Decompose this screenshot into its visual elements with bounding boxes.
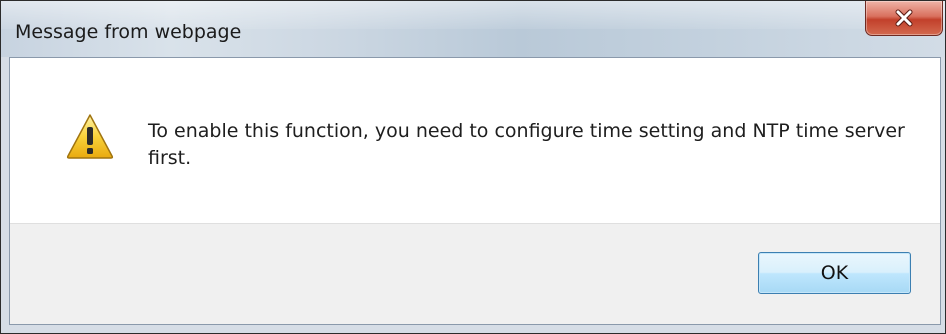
message-area: To enable this function, you need to con… xyxy=(10,58,940,223)
message-text: To enable this function, you need to con… xyxy=(148,120,905,169)
warning-icon xyxy=(66,114,114,159)
close-button[interactable] xyxy=(865,1,943,36)
title-bar[interactable]: Message from webpage xyxy=(1,1,945,57)
alert-dialog: Message from webpage To enable this func… xyxy=(0,0,946,334)
dialog-title: Message from webpage xyxy=(15,21,242,43)
dialog-body: To enable this function, you need to con… xyxy=(9,57,941,325)
button-bar: OK xyxy=(10,223,940,324)
ok-button[interactable]: OK xyxy=(758,252,911,294)
close-icon xyxy=(895,9,913,27)
